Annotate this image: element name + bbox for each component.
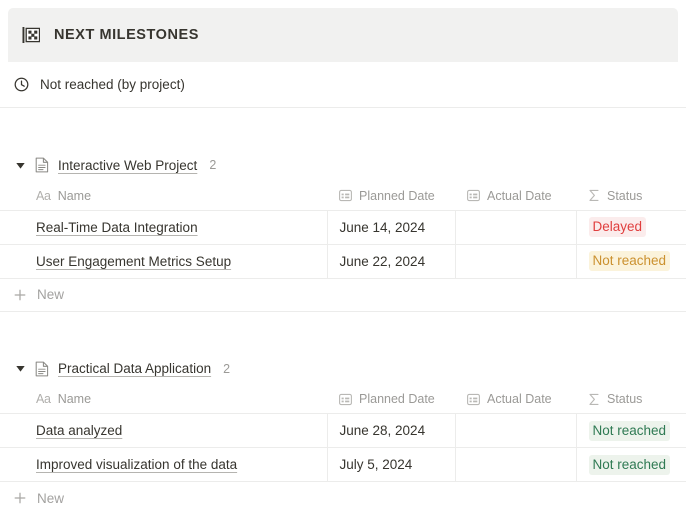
milestones-table: Aa Name Planned Date Actual Date Status …: [0, 385, 686, 482]
cell-actual-date[interactable]: [455, 447, 577, 482]
cell-planned-date[interactable]: June 14, 2024: [327, 210, 456, 245]
milestone-name-link[interactable]: User Engagement Metrics Setup: [36, 254, 231, 269]
table-header-row: Aa Name Planned Date Actual Date Status: [0, 182, 686, 211]
calendar-icon: [467, 189, 480, 202]
column-header-actual-date-label: Actual Date: [487, 392, 552, 407]
milestone-name-link[interactable]: Real-Time Data Integration: [36, 220, 198, 235]
cell-planned-date[interactable]: June 22, 2024: [327, 244, 456, 279]
section-title[interactable]: Interactive Web Project: [58, 158, 197, 173]
panel-header: NEXT MILESTONES: [8, 8, 678, 62]
column-header-name[interactable]: Aa Name: [0, 385, 327, 414]
collapse-caret-icon[interactable]: [13, 158, 27, 172]
column-header-name-label: Name: [57, 188, 92, 203]
column-header-planned-date-label: Planned Date: [359, 392, 435, 407]
section-header: Interactive Web Project 2: [0, 148, 686, 182]
section-count: 2: [223, 361, 231, 376]
cell-name[interactable]: Real-Time Data Integration: [0, 210, 328, 245]
sigma-icon: [588, 393, 600, 406]
clock-icon: [14, 77, 29, 92]
cell-name[interactable]: Data analyzed: [0, 413, 328, 448]
cell-actual-date[interactable]: [455, 244, 577, 279]
cell-planned-date[interactable]: June 28, 2024: [327, 413, 456, 448]
add-new-row-label: New: [37, 287, 65, 302]
column-header-status-label: Status: [607, 392, 643, 407]
project-section: Interactive Web Project 2 Aa Name Planne…: [0, 108, 686, 312]
column-header-name[interactable]: Aa Name: [0, 182, 327, 211]
calendar-icon: [339, 393, 352, 406]
status-badge: Delayed: [588, 217, 647, 237]
milestone-name-link[interactable]: Data analyzed: [36, 423, 122, 438]
cell-planned-date[interactable]: July 5, 2024: [327, 447, 456, 482]
milestone-name-link[interactable]: Improved visualization of the data: [36, 457, 237, 472]
text-type-icon: Aa: [36, 188, 51, 203]
collapse-caret-icon[interactable]: [13, 362, 27, 376]
column-header-status[interactable]: Status: [576, 385, 686, 414]
table-row[interactable]: Improved visualization of the data July …: [0, 447, 686, 482]
document-icon: [35, 361, 49, 377]
calendar-icon: [339, 189, 352, 202]
project-section: Practical Data Application 2 Aa Name Pla…: [0, 312, 686, 506]
cell-name[interactable]: Improved visualization of the data: [0, 447, 328, 482]
cell-actual-date[interactable]: [455, 413, 577, 448]
column-header-status[interactable]: Status: [576, 182, 686, 211]
add-new-row-button[interactable]: New: [0, 482, 686, 506]
add-new-row-label: New: [37, 490, 65, 506]
column-header-planned-date[interactable]: Planned Date: [327, 182, 455, 211]
sigma-icon: [588, 189, 600, 202]
table-row[interactable]: Real-Time Data Integration June 14, 2024…: [0, 210, 686, 245]
column-header-status-label: Status: [607, 188, 643, 203]
column-header-actual-date[interactable]: Actual Date: [455, 385, 576, 414]
column-header-actual-date[interactable]: Actual Date: [455, 182, 576, 211]
cell-status[interactable]: Delayed: [576, 210, 686, 245]
table-row[interactable]: Data analyzed June 28, 2024 Not reached: [0, 413, 686, 448]
table-header-row: Aa Name Planned Date Actual Date Status: [0, 385, 686, 414]
column-header-actual-date-label: Actual Date: [487, 188, 552, 203]
cell-status[interactable]: Not reached: [576, 244, 686, 279]
column-header-planned-date-label: Planned Date: [359, 188, 435, 203]
column-header-planned-date[interactable]: Planned Date: [327, 385, 455, 414]
cell-status[interactable]: Not reached: [576, 447, 686, 482]
document-icon: [35, 157, 49, 173]
status-badge: Not reached: [588, 251, 671, 271]
section-count: 2: [209, 158, 217, 172]
status-badge: Not reached: [588, 420, 671, 441]
add-new-row-button[interactable]: New: [0, 279, 686, 312]
cell-status[interactable]: Not reached: [576, 413, 686, 448]
plus-icon: [13, 288, 27, 302]
cell-name[interactable]: User Engagement Metrics Setup: [0, 244, 328, 279]
plus-icon: [13, 491, 27, 505]
text-type-icon: Aa: [36, 392, 51, 407]
group-by-label: Not reached (by project): [40, 77, 185, 92]
section-title[interactable]: Practical Data Application: [58, 361, 211, 376]
milestones-table: Aa Name Planned Date Actual Date Status …: [0, 182, 686, 279]
checkered-flag-icon: [22, 27, 40, 43]
group-by-bar[interactable]: Not reached (by project): [0, 62, 686, 107]
page-title: NEXT MILESTONES: [54, 27, 199, 43]
column-header-name-label: Name: [57, 392, 92, 407]
cell-actual-date[interactable]: [455, 210, 577, 245]
status-badge: Not reached: [588, 454, 671, 475]
calendar-icon: [467, 393, 480, 406]
section-header: Practical Data Application 2: [0, 352, 686, 386]
table-row[interactable]: User Engagement Metrics Setup June 22, 2…: [0, 244, 686, 279]
